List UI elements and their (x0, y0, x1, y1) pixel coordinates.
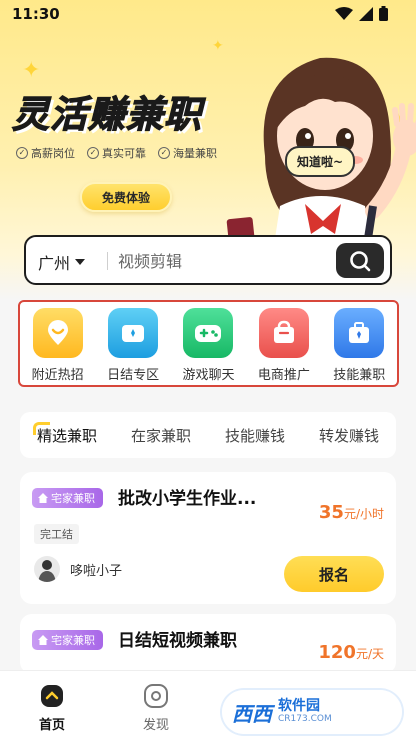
feature-item: ✓ 高薪岗位 (16, 145, 75, 161)
category-label: 游戏聊天 (182, 368, 235, 383)
home-icon (41, 685, 63, 707)
salary-amount: 120 (318, 642, 356, 663)
watermark-side: 软件园 CR173.COM (278, 698, 332, 724)
job-title: 日结短视频兼职 (118, 631, 237, 651)
salary-unit: 元/天 (355, 647, 384, 661)
home-icon (38, 493, 48, 503)
job-tag-label: 宅家兼职 (51, 492, 95, 505)
job-poster: 哆啦小子 (34, 556, 122, 582)
poster-name: 哆啦小子 (70, 563, 123, 579)
salary-amount: 35 (318, 502, 344, 523)
tab-work-from-home[interactable]: 在家兼职 (131, 421, 191, 450)
category-label: 电商推广 (257, 368, 310, 383)
feature-item: ✓ 海量兼职 (158, 145, 217, 161)
category-label: 技能兼职 (333, 368, 386, 383)
tab-featured[interactable]: 精选兼职 (32, 421, 97, 450)
speech-bubble: 知道啦~ (285, 146, 356, 177)
job-title: 批改小学生作业... (118, 489, 257, 509)
free-trial-button[interactable]: 免费体验 (80, 182, 172, 212)
gamepad-icon (183, 308, 234, 358)
home-icon (38, 635, 48, 645)
city-label: 广州 (38, 254, 71, 273)
check-circle-icon: ✓ (158, 147, 170, 159)
feature-label: 高薪岗位 (31, 147, 75, 160)
wifi-icon (335, 6, 353, 20)
watermark-url: CR173.COM (278, 713, 332, 724)
site-watermark: 西西 软件园 CR173.COM (222, 690, 402, 734)
search-button[interactable] (336, 243, 384, 278)
feature-item: ✓ 真实可靠 (87, 145, 146, 161)
watermark-text: 软件园 (278, 698, 320, 715)
avatar (34, 556, 60, 582)
watermark-main: 西西 (232, 701, 272, 726)
nav-label: 首页 (38, 718, 65, 733)
category-ecommerce[interactable]: 电商推广 (248, 308, 320, 383)
category-daily-pay[interactable]: 日结专区 (97, 308, 169, 383)
job-card[interactable]: 宅家兼职 日结短视频兼职 120元/天 (20, 614, 396, 674)
ticket-icon (108, 308, 159, 358)
status-time: 11:30 (12, 5, 60, 23)
feature-label: 真实可靠 (102, 147, 146, 160)
nav-discover[interactable]: 发现 (126, 683, 186, 733)
category-grid: 附近热招 日结专区 游戏聊天 电商推广 技能兼职 (18, 300, 399, 387)
banner-features: ✓ 高薪岗位 ✓ 真实可靠 ✓ 海量兼职 (16, 145, 217, 161)
feature-label: 海量兼职 (173, 147, 217, 160)
salary-unit: 元/小时 (343, 507, 384, 521)
job-card[interactable]: 宅家兼职 批改小学生作业... 35元/小时 完工结 哆啦小子 报名 (20, 472, 396, 604)
status-icons (335, 6, 388, 21)
check-circle-icon: ✓ (16, 147, 28, 159)
category-game-chat[interactable]: 游戏聊天 (172, 308, 244, 383)
job-tag: 宅家兼职 (32, 630, 103, 650)
banner-headline: 灵活赚兼职 (11, 92, 202, 136)
category-nearby-jobs[interactable]: 附近热招 (22, 308, 94, 383)
check-circle-icon: ✓ (87, 147, 99, 159)
briefcase-icon (334, 308, 385, 358)
battery-icon (379, 6, 388, 21)
search-icon (350, 250, 371, 271)
job-tag-label: 宅家兼职 (51, 634, 95, 647)
job-salary: 35元/小时 (319, 502, 384, 523)
tab-skill-earning[interactable]: 技能赚钱 (225, 421, 285, 450)
sparkle-icon: ✦ (212, 38, 224, 54)
category-label: 附近热招 (31, 368, 84, 383)
city-selector[interactable]: 广州 (38, 250, 86, 274)
compass-icon (144, 684, 168, 708)
signal-icon (359, 6, 373, 21)
nav-label: 发现 (142, 718, 169, 733)
job-salary: 120元/天 (318, 642, 384, 663)
search-input[interactable] (118, 249, 328, 273)
category-skill-jobs[interactable]: 技能兼职 (323, 308, 395, 383)
shopping-bag-icon (258, 308, 309, 358)
nav-home[interactable]: 首页 (22, 683, 82, 733)
search-bar: 广州 (24, 235, 392, 285)
sparkle-icon: ✦ (22, 58, 41, 83)
tab-share-earning[interactable]: 转发赚钱 (319, 421, 379, 450)
chevron-down-icon (75, 259, 86, 265)
job-tabs: 精选兼职 在家兼职 技能赚钱 转发赚钱 (20, 412, 396, 458)
job-tag: 宅家兼职 (32, 488, 103, 508)
apply-button[interactable]: 报名 (284, 556, 384, 592)
category-label: 日结专区 (107, 368, 160, 383)
status-bar: 11:30 (0, 0, 416, 30)
settlement-chip: 完工结 (34, 524, 79, 544)
search-divider (107, 252, 108, 270)
location-pin-icon (32, 308, 83, 358)
